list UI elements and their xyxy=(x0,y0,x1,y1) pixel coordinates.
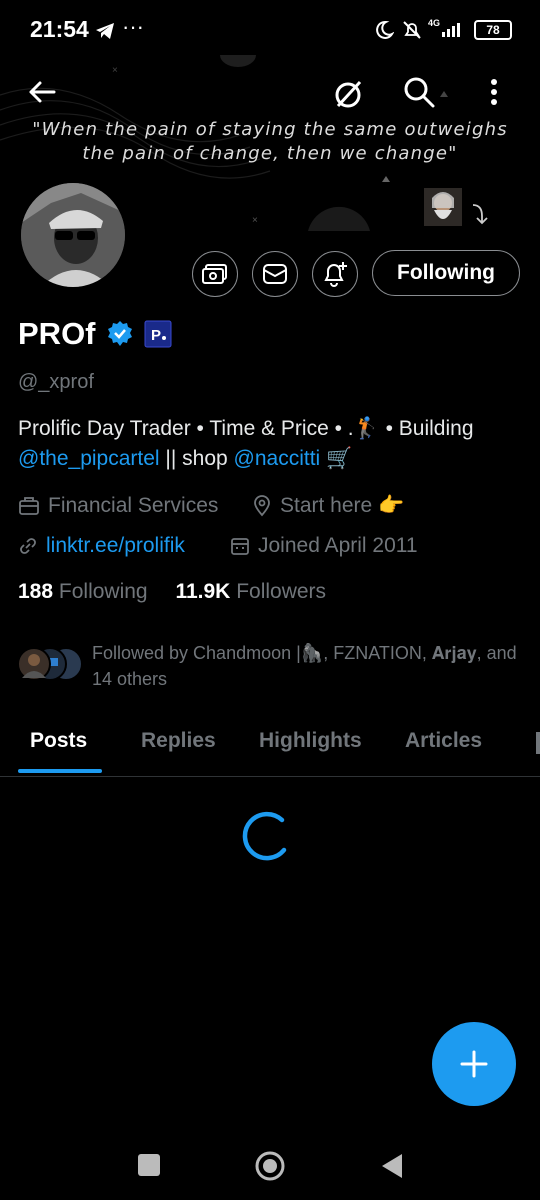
back-nav-button[interactable] xyxy=(380,1152,404,1180)
more-vertical-icon xyxy=(491,79,497,105)
svg-text:×: × xyxy=(112,65,118,76)
svg-text:P: P xyxy=(151,327,161,344)
active-tab-indicator xyxy=(18,769,102,773)
verified-badge-icon xyxy=(107,321,132,346)
banner-quote: "When the pain of staying the same outwe… xyxy=(32,119,508,164)
status-time: 21:54 xyxy=(30,16,89,42)
avatar-image xyxy=(21,183,125,287)
recents-button[interactable] xyxy=(138,1154,160,1176)
follow-counts: 188 Following 11.9K Followers xyxy=(18,580,326,604)
briefcase-icon xyxy=(19,497,39,515)
followers-count-link[interactable]: 11.9K Followers xyxy=(175,580,326,603)
mention-link[interactable]: @the_pipcartel xyxy=(18,447,160,470)
notifications-button[interactable] xyxy=(312,251,358,297)
profile-joined: Joined April 2011 xyxy=(230,534,418,558)
telegram-icon xyxy=(96,23,114,39)
profile-avatar[interactable] xyxy=(18,180,128,290)
affiliate-badge-icon: P xyxy=(144,320,171,348)
tab-posts[interactable]: Posts xyxy=(30,729,87,753)
bell-plus-icon xyxy=(324,262,347,287)
envelope-icon xyxy=(263,264,287,284)
network-type: 4G xyxy=(428,18,441,28)
following-button[interactable]: Following xyxy=(372,250,520,296)
grok-button[interactable] xyxy=(326,72,370,116)
tab-highlights[interactable]: Highlights xyxy=(259,729,362,753)
signal-icon xyxy=(442,23,460,37)
status-bar: 21:54 ··· 4G 78 xyxy=(0,0,540,60)
tab-overflow[interactable] xyxy=(536,732,540,754)
profile-name-row: PROf P xyxy=(18,316,172,352)
profile-website[interactable]: linktr.ee/prolifik xyxy=(18,534,185,558)
svg-text:×: × xyxy=(252,215,258,226)
grok-icon xyxy=(335,80,362,108)
tip-button[interactable] xyxy=(192,251,238,297)
profile-category: Financial Services xyxy=(18,494,218,518)
calendar-icon xyxy=(231,538,249,555)
profile-bio: Prolific Day Trader • Time & Price • .🏌️… xyxy=(18,417,474,470)
following-count-link[interactable]: 188 Following xyxy=(18,580,148,603)
banner-small-photo xyxy=(424,188,462,226)
profile-name: PROf xyxy=(18,316,96,351)
curved-arrow-icon xyxy=(472,204,488,225)
followed-by-text[interactable]: Followed by Chandmoon |🦍, FZNATION, 𝐀𝐫𝐣𝐚… xyxy=(92,640,522,692)
battery-indicator: 78 xyxy=(474,20,512,40)
system-nav-bar xyxy=(0,1130,540,1200)
profile-location: Start here 👉 xyxy=(252,494,404,518)
bell-mute-icon xyxy=(403,21,421,39)
compose-button[interactable] xyxy=(432,1022,516,1106)
search-button[interactable] xyxy=(397,70,441,114)
home-button[interactable] xyxy=(254,1150,286,1182)
loading-spinner-icon xyxy=(242,811,287,861)
followers-you-know-avatars[interactable] xyxy=(16,646,86,682)
link-icon xyxy=(20,538,36,554)
plus-icon xyxy=(460,1050,488,1078)
tab-replies[interactable]: Replies xyxy=(141,729,216,753)
more-notifications-icon: ··· xyxy=(122,14,144,39)
arrow-left-icon xyxy=(29,81,56,103)
money-icon xyxy=(202,264,227,284)
tab-articles[interactable]: Articles xyxy=(405,729,482,753)
moon-icon xyxy=(376,20,394,39)
back-button[interactable] xyxy=(20,70,64,114)
profile-handle: @_xprof xyxy=(18,371,94,393)
location-pin-icon xyxy=(254,495,270,517)
message-button[interactable] xyxy=(252,251,298,297)
search-icon xyxy=(404,77,435,108)
mention-link[interactable]: @naccitti xyxy=(234,447,321,470)
more-options-button[interactable] xyxy=(472,70,516,114)
